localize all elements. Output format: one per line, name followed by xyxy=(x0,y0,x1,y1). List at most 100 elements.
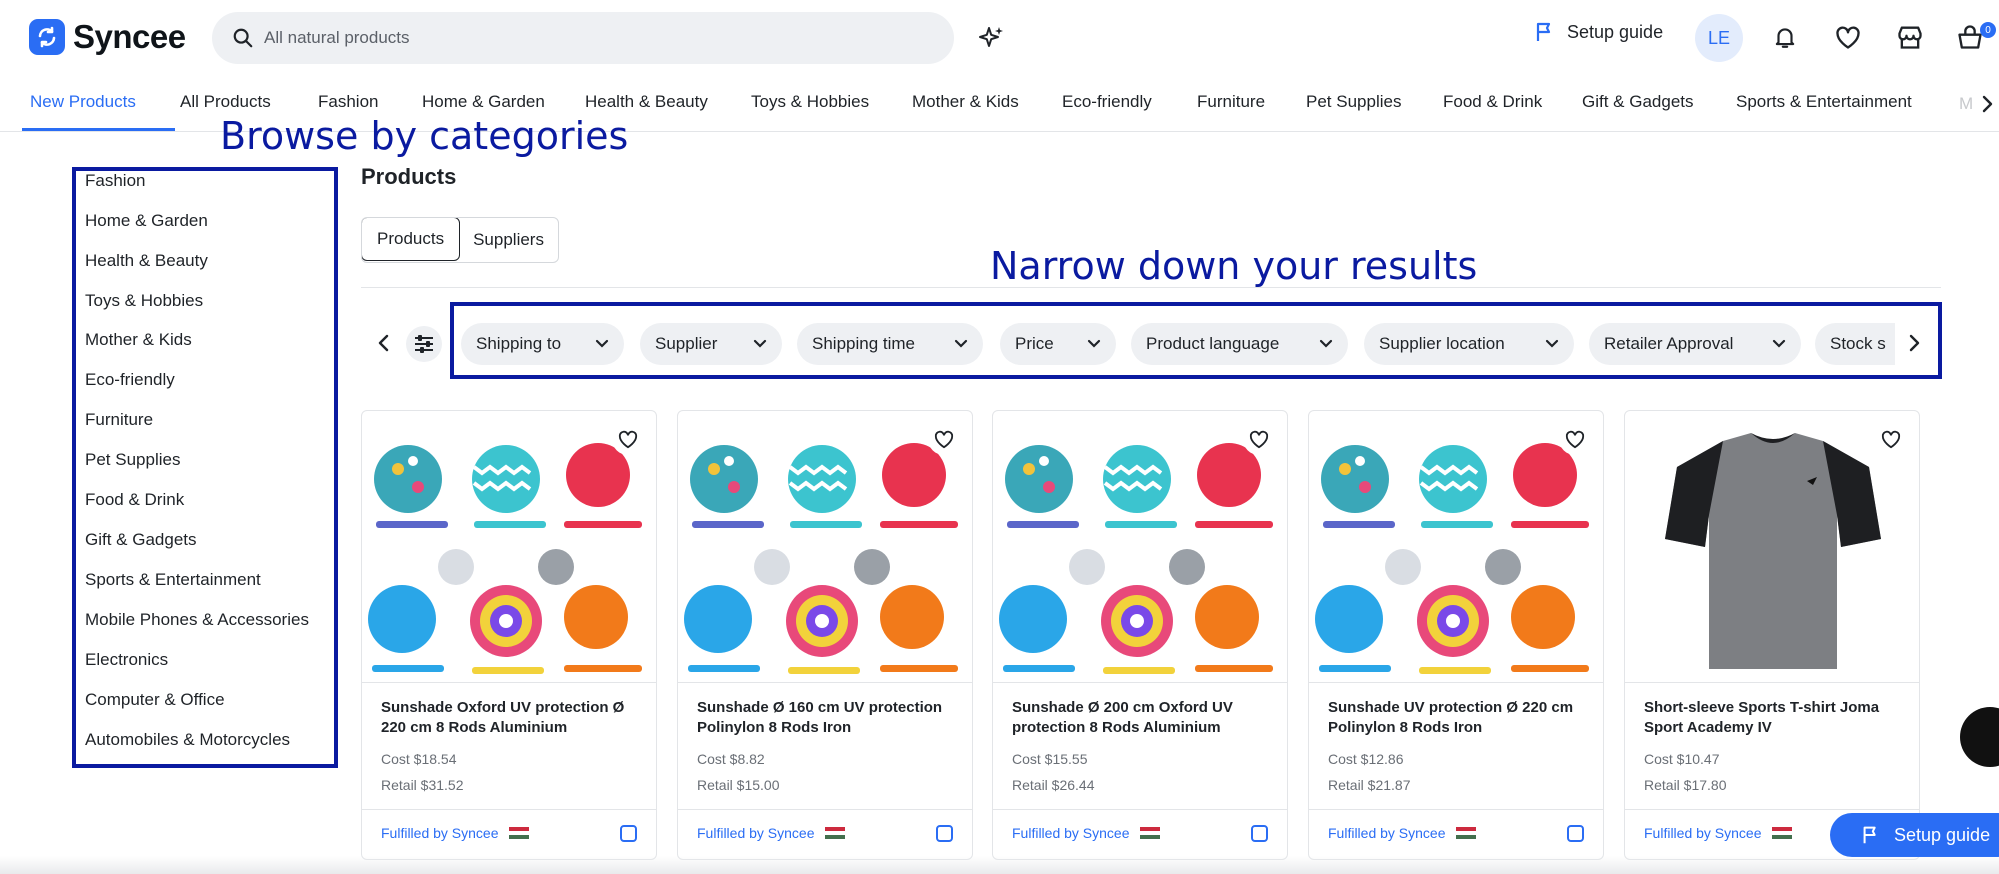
tab-furniture[interactable]: Furniture xyxy=(1197,92,1265,112)
tab-home-garden[interactable]: Home & Garden xyxy=(422,92,545,112)
fulfilled-label: Fulfilled by Syncee xyxy=(1644,825,1762,841)
chat-widget-button[interactable] xyxy=(1960,707,1999,767)
tab-eco-friendly[interactable]: Eco-friendly xyxy=(1062,92,1152,112)
sidebar-item-sports-entertainment[interactable]: Sports & Entertainment xyxy=(85,570,261,590)
filter-stock: Stock s xyxy=(1815,323,1895,365)
product-card[interactable]: Sunshade Ø 200 cm Oxford UV protection 8… xyxy=(992,410,1288,860)
product-name[interactable]: Sunshade UV protection Ø 220 cm Polinylo… xyxy=(1328,698,1590,738)
tab-food-drink[interactable]: Food & Drink xyxy=(1443,92,1542,112)
hungary-flag-icon xyxy=(1771,827,1792,839)
chevron-down-icon xyxy=(954,339,968,348)
tab-more-faded[interactable]: M xyxy=(1959,94,1973,114)
product-image xyxy=(1665,433,1881,669)
filter-stock-clipped[interactable]: Stock s xyxy=(1815,323,1895,365)
tab-new-products[interactable]: New Products xyxy=(30,92,136,112)
flag-icon xyxy=(1536,22,1551,41)
user-avatar[interactable]: LE xyxy=(1695,14,1743,62)
chevron-down-icon xyxy=(1772,339,1786,348)
search-input[interactable] xyxy=(264,28,904,48)
product-image xyxy=(368,441,644,676)
filters-scroll-right-icon[interactable] xyxy=(1904,330,1924,361)
ai-sparkle-icon[interactable] xyxy=(976,24,1006,59)
tab-gift-gadgets[interactable]: Gift & Gadgets xyxy=(1582,92,1694,112)
fulfilled-label: Fulfilled by Syncee xyxy=(697,825,815,841)
toggle-suppliers[interactable]: Suppliers xyxy=(459,218,558,262)
card-divider xyxy=(362,682,656,683)
filter-label: Shipping time xyxy=(812,334,916,353)
fulfilled-by: Fulfilled by Syncee xyxy=(697,825,845,841)
sidebar-item-food-drink[interactable]: Food & Drink xyxy=(85,490,184,510)
product-card[interactable]: Sunshade Oxford UV protection Ø 220 cm 8… xyxy=(361,410,657,860)
filter-settings-icon[interactable] xyxy=(406,326,442,362)
filter-supplier[interactable]: Supplier xyxy=(640,323,782,365)
tab-health-beauty[interactable]: Health & Beauty xyxy=(585,92,708,112)
product-image xyxy=(999,441,1275,676)
sidebar-item-gift-gadgets[interactable]: Gift & Gadgets xyxy=(85,530,197,550)
sidebar-item-health-beauty[interactable]: Health & Beauty xyxy=(85,251,208,271)
product-name[interactable]: Short-sleeve Sports T-shirt Joma Sport A… xyxy=(1644,698,1906,738)
tab-fashion[interactable]: Fashion xyxy=(318,92,378,112)
product-name[interactable]: Sunshade Oxford UV protection Ø 220 cm 8… xyxy=(381,698,643,738)
favorite-heart-icon[interactable] xyxy=(612,423,644,455)
card-divider xyxy=(1625,682,1919,683)
sidebar-item-computer-office[interactable]: Computer & Office xyxy=(85,690,225,710)
product-cost: Cost $12.86 xyxy=(1328,751,1404,767)
sidebar-item-electronics[interactable]: Electronics xyxy=(85,650,168,670)
product-card[interactable]: Sunshade Ø 160 cm UV protection Polinylo… xyxy=(677,410,973,860)
tab-pet-supplies[interactable]: Pet Supplies xyxy=(1306,92,1401,112)
filters-scroll-left-icon[interactable] xyxy=(374,330,394,361)
sidebar-item-eco-friendly[interactable]: Eco-friendly xyxy=(85,370,175,390)
setup-guide-link[interactable]: Setup guide xyxy=(1533,20,1663,44)
setup-guide-label: Setup guide xyxy=(1567,21,1664,42)
search-bar[interactable] xyxy=(212,12,954,64)
card-divider xyxy=(1309,682,1603,683)
syncee-badge-icon xyxy=(1567,825,1584,842)
toggle-products[interactable]: Products xyxy=(361,218,461,261)
favorite-heart-icon[interactable] xyxy=(1559,423,1591,455)
product-card[interactable]: Sunshade UV protection Ø 220 cm Polinylo… xyxy=(1308,410,1604,860)
filter-shipping-time[interactable]: Shipping time xyxy=(797,323,983,365)
syncee-badge-icon xyxy=(936,825,953,842)
heart-icon[interactable] xyxy=(1834,24,1862,55)
filter-supplier-location[interactable]: Supplier location xyxy=(1364,323,1574,365)
filter-label: Supplier xyxy=(655,334,718,353)
filter-shipping-to[interactable]: Shipping to xyxy=(461,323,624,365)
filter-retailer-approval[interactable]: Retailer Approval xyxy=(1589,323,1801,365)
sidebar-item-mother-kids[interactable]: Mother & Kids xyxy=(85,330,192,350)
bell-icon[interactable] xyxy=(1772,24,1798,55)
tab-all-products[interactable]: All Products xyxy=(180,92,271,112)
filter-price[interactable]: Price xyxy=(1000,323,1116,365)
sidebar-item-pet-supplies[interactable]: Pet Supplies xyxy=(85,450,180,470)
product-retail: Retail $17.80 xyxy=(1644,777,1727,793)
favorite-heart-icon[interactable] xyxy=(1875,423,1907,455)
hungary-flag-icon xyxy=(1139,827,1160,839)
hungary-flag-icon xyxy=(824,827,845,839)
bottom-shadow xyxy=(0,856,1999,874)
tab-mother-kids[interactable]: Mother & Kids xyxy=(912,92,1019,112)
tab-toys-hobbies[interactable]: Toys & Hobbies xyxy=(751,92,869,112)
card-footer-divider xyxy=(1625,809,1919,810)
nav-scroll-right-icon[interactable] xyxy=(1978,92,1996,121)
sidebar-item-furniture[interactable]: Furniture xyxy=(85,410,153,430)
syncee-logo[interactable]: Syncee xyxy=(29,18,186,56)
tab-sports-entertainment[interactable]: Sports & Entertainment xyxy=(1736,92,1912,112)
sidebar-item-fashion[interactable]: Fashion xyxy=(85,171,145,191)
sidebar-item-automobiles[interactable]: Automobiles & Motorcycles xyxy=(85,730,290,750)
product-retail: Retail $15.00 xyxy=(697,777,780,793)
chevron-down-icon xyxy=(1545,339,1559,348)
filter-product-language[interactable]: Product language xyxy=(1131,323,1348,365)
product-name[interactable]: Sunshade Ø 160 cm UV protection Polinylo… xyxy=(697,698,959,738)
favorite-heart-icon[interactable] xyxy=(1243,423,1275,455)
store-icon[interactable] xyxy=(1896,24,1924,55)
sidebar-item-toys-hobbies[interactable]: Toys & Hobbies xyxy=(85,291,203,311)
product-name[interactable]: Sunshade Ø 200 cm Oxford UV protection 8… xyxy=(1012,698,1274,738)
card-divider xyxy=(678,682,972,683)
sidebar-item-mobile-phones[interactable]: Mobile Phones & Accessories xyxy=(85,610,309,630)
setup-guide-floating-button[interactable]: Setup guide xyxy=(1830,813,1999,857)
product-cost: Cost $8.82 xyxy=(697,751,765,767)
setup-guide-float-label: Setup guide xyxy=(1894,824,1991,845)
sidebar-item-home-garden[interactable]: Home & Garden xyxy=(85,211,208,231)
product-image xyxy=(684,441,960,676)
product-card[interactable]: Short-sleeve Sports T-shirt Joma Sport A… xyxy=(1624,410,1920,860)
favorite-heart-icon[interactable] xyxy=(928,423,960,455)
